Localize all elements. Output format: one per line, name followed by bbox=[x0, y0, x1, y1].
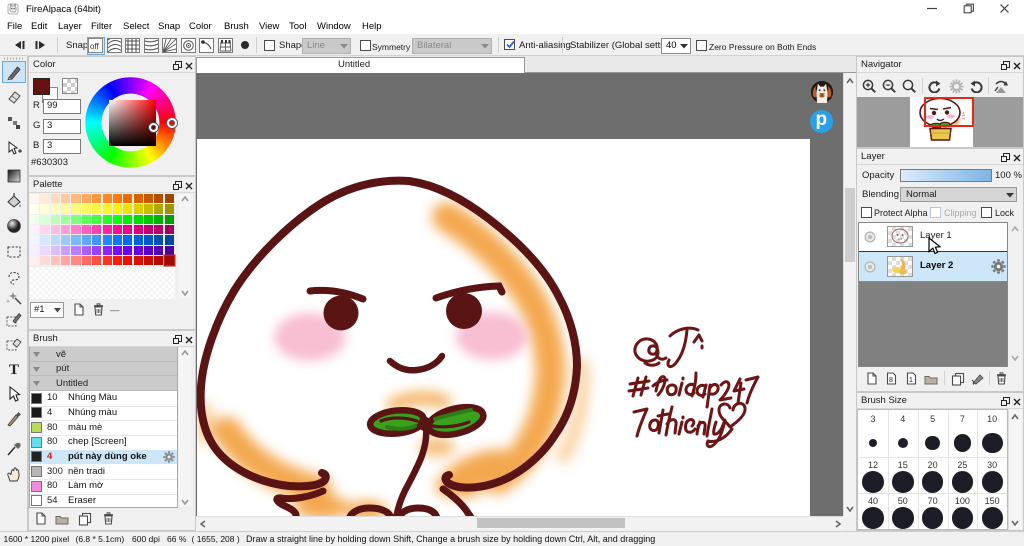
svg-text:8: 8 bbox=[889, 377, 893, 384]
svg-text:T: T bbox=[9, 362, 19, 378]
svg-text:1: 1 bbox=[909, 377, 913, 384]
